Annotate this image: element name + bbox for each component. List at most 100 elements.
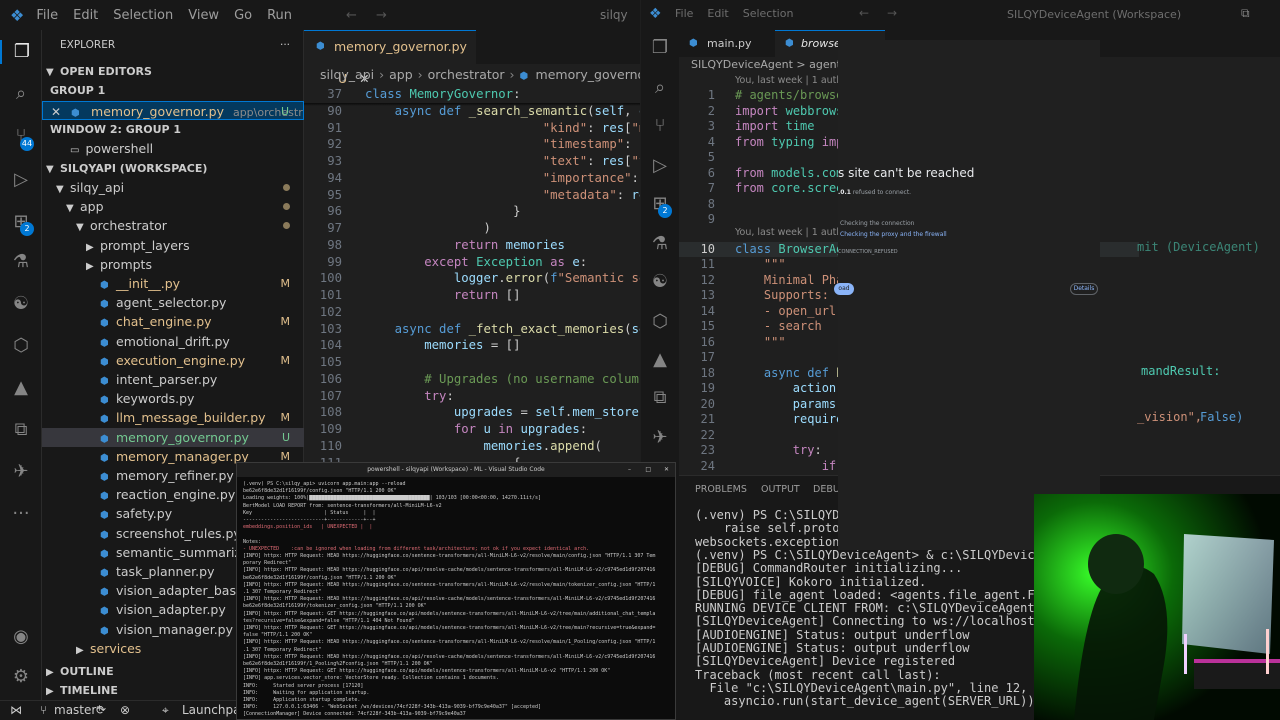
- tree-item[interactable]: ⬢ agent_selector.py: [42, 293, 304, 312]
- details-button[interactable]: Details: [1070, 283, 1098, 295]
- azure-icon[interactable]: ▲: [648, 348, 672, 372]
- tree-item[interactable]: ⬢ intent_parser.py: [42, 370, 304, 389]
- tree-item[interactable]: ⬢ execution_engine.py M: [42, 351, 304, 370]
- minimize-icon[interactable]: –: [628, 463, 631, 477]
- menu-item[interactable]: Run: [267, 8, 292, 23]
- maximize-icon[interactable]: □: [645, 463, 651, 477]
- codelens-blame-1[interactable]: You, last week | 1 author: [735, 75, 852, 86]
- codelens-blame-2[interactable]: You, last week | 1 author: [735, 227, 852, 238]
- code-line: 105: [304, 354, 640, 371]
- tree-item[interactable]: ⬢ memory_governor.py U: [42, 427, 304, 447]
- nav-back-icon[interactable]: ←: [859, 6, 869, 20]
- remote-explorer-icon[interactable]: ⧉: [648, 386, 672, 410]
- python-icon[interactable]: ☯: [9, 292, 33, 316]
- workspace-section[interactable]: ▼ SILQYAPI (WORKSPACE): [42, 159, 304, 178]
- testing-icon[interactable]: ⚗: [9, 250, 33, 274]
- popup-terminal-line: [INFO] httpx: HTTP Request: HEAD https:/…: [243, 596, 656, 603]
- tab-main-py[interactable]: ⬢ main.py: [679, 30, 775, 57]
- powershell-popup-window[interactable]: powershell - silqyapi (Workspace) - ML -…: [236, 462, 676, 720]
- tab-memory-governor[interactable]: ⬢ memory_governor.py U ✕: [304, 30, 476, 86]
- breadcrumb-item[interactable]: orchestrator: [428, 67, 505, 82]
- tree-item[interactable]: ▼ app: [42, 197, 304, 216]
- git-status: M: [280, 315, 291, 329]
- account-icon[interactable]: ◉: [9, 625, 33, 649]
- sync-icon[interactable]: ⟳: [96, 701, 106, 720]
- tree-item[interactable]: ▼ silqy_api: [42, 178, 304, 197]
- tree-item[interactable]: ⬢ llm_message_builder.py M: [42, 408, 304, 427]
- tree-item[interactable]: ▶ prompts: [42, 255, 304, 274]
- open-editor-item[interactable]: ✕ ⬢ memory_governor.py app\orchestrator …: [42, 101, 304, 120]
- menu-item[interactable]: Go: [234, 8, 252, 23]
- tree-item[interactable]: ⬢ keywords.py: [42, 389, 304, 408]
- code-line: 110 memories.append(: [304, 438, 640, 455]
- menu-item[interactable]: Selection: [743, 7, 794, 20]
- explorer-icon[interactable]: ❐: [648, 36, 672, 60]
- popup-terminal-line: [INFO] httpx: HTTP Request: HEAD https:/…: [243, 653, 656, 660]
- error-proxy-link[interactable]: Checking the proxy and the firewall: [840, 231, 947, 238]
- line-number: 6: [707, 165, 715, 180]
- menu-item[interactable]: Selection: [113, 8, 173, 23]
- open-editor-powershell[interactable]: ▭ powershell: [42, 139, 304, 158]
- nav-forward-icon[interactable]: →: [887, 6, 897, 20]
- tab-problems[interactable]: PROBLEMS: [695, 484, 747, 495]
- chevron-right-icon: ▶: [86, 260, 94, 272]
- line-number: 7: [707, 181, 715, 195]
- python-file-icon: ⬢: [100, 568, 109, 579]
- remote-icon[interactable]: ⋈: [10, 701, 22, 720]
- line-number: 102: [319, 304, 342, 319]
- modified-dot: [283, 222, 290, 230]
- close-icon[interactable]: ✕: [51, 105, 61, 119]
- close-icon[interactable]: ✕: [664, 463, 669, 477]
- search-icon[interactable]: ⌕: [648, 76, 672, 100]
- menu-item[interactable]: File: [675, 7, 693, 20]
- search-input[interactable]: silqy: [600, 8, 628, 22]
- more-icon[interactable]: ···: [9, 502, 33, 526]
- search-input-2[interactable]: SILQYDeviceAgent (Workspace): [1007, 8, 1181, 21]
- remote-explorer-icon[interactable]: ⧉: [9, 418, 33, 442]
- search-icon[interactable]: ⌕: [9, 82, 33, 106]
- containers-icon[interactable]: ⬡: [9, 334, 33, 358]
- code-line: 96 }: [304, 203, 640, 220]
- copilot-icon[interactable]: ✈: [648, 426, 672, 450]
- menu-item[interactable]: Edit: [73, 8, 98, 23]
- manage-gear-icon[interactable]: ⚙: [9, 665, 33, 689]
- nav-forward-icon[interactable]: →: [376, 8, 387, 23]
- menu-item[interactable]: File: [36, 8, 58, 23]
- code-line: 103 async def _fetch_exact_memories(self…: [304, 321, 640, 338]
- testing-icon[interactable]: ⚗: [648, 232, 672, 256]
- azure-icon[interactable]: ▲: [9, 376, 33, 400]
- code-editor[interactable]: ⬢ memory_governor.py U ✕ silqy_api › app › o…: [304, 30, 640, 470]
- breadcrumb-item[interactable]: memory_governor.py: [536, 67, 640, 82]
- breadcrumb-2[interactable]: SILQYDeviceAgent > agents >: [691, 58, 859, 71]
- popup-terminal-line: [INFO] httpx: HTTP Request: HEAD https:/…: [243, 639, 656, 646]
- tree-item[interactable]: ▼ orchestrator: [42, 216, 304, 235]
- nav-back-icon[interactable]: ←: [346, 8, 357, 23]
- breadcrumb[interactable]: silqy_api › app › orchestrator › ⬢ memory_gover…: [304, 64, 640, 86]
- reload-button[interactable]: oad: [834, 283, 854, 295]
- run-debug-icon[interactable]: ▷: [9, 168, 33, 192]
- tab-output[interactable]: OUTPUT: [761, 484, 800, 495]
- code-line: 95 "metadata": res[": [304, 187, 640, 204]
- tree-item[interactable]: ⬢ emotional_drift.py: [42, 332, 304, 351]
- menu-item[interactable]: View: [188, 8, 219, 23]
- menu-item[interactable]: Edit: [707, 7, 728, 20]
- copilot-icon[interactable]: ✈: [9, 460, 33, 484]
- chevron-down-icon: ▼: [66, 203, 74, 215]
- tree-item[interactable]: ▶ prompt_layers: [42, 236, 304, 255]
- tree-item[interactable]: ⬢ __init__.py M: [42, 274, 304, 293]
- breadcrumb-item[interactable]: silqy_api: [320, 67, 374, 82]
- breadcrumb-item[interactable]: app: [389, 67, 413, 82]
- copilot-chat-icon[interactable]: ⧉: [1241, 6, 1250, 21]
- errors-icon[interactable]: ⊗: [120, 701, 130, 720]
- source-control-icon[interactable]: ⑂: [648, 114, 672, 138]
- explorer-icon[interactable]: ❐: [0, 40, 42, 64]
- open-editors-section[interactable]: ▼ OPEN EDITORS: [42, 62, 304, 81]
- line-number: 99: [327, 254, 342, 269]
- python-file-icon: ⬢: [100, 472, 109, 483]
- run-debug-icon[interactable]: ▷: [648, 154, 672, 178]
- explorer-more-icon[interactable]: ···: [280, 36, 290, 55]
- python-icon[interactable]: ☯: [648, 270, 672, 294]
- tree-item[interactable]: ⬢ chat_engine.py M: [42, 312, 304, 331]
- popup-terminal-line: .1 307 Temporary Redirect": [243, 646, 322, 653]
- containers-icon[interactable]: ⬡: [648, 310, 672, 334]
